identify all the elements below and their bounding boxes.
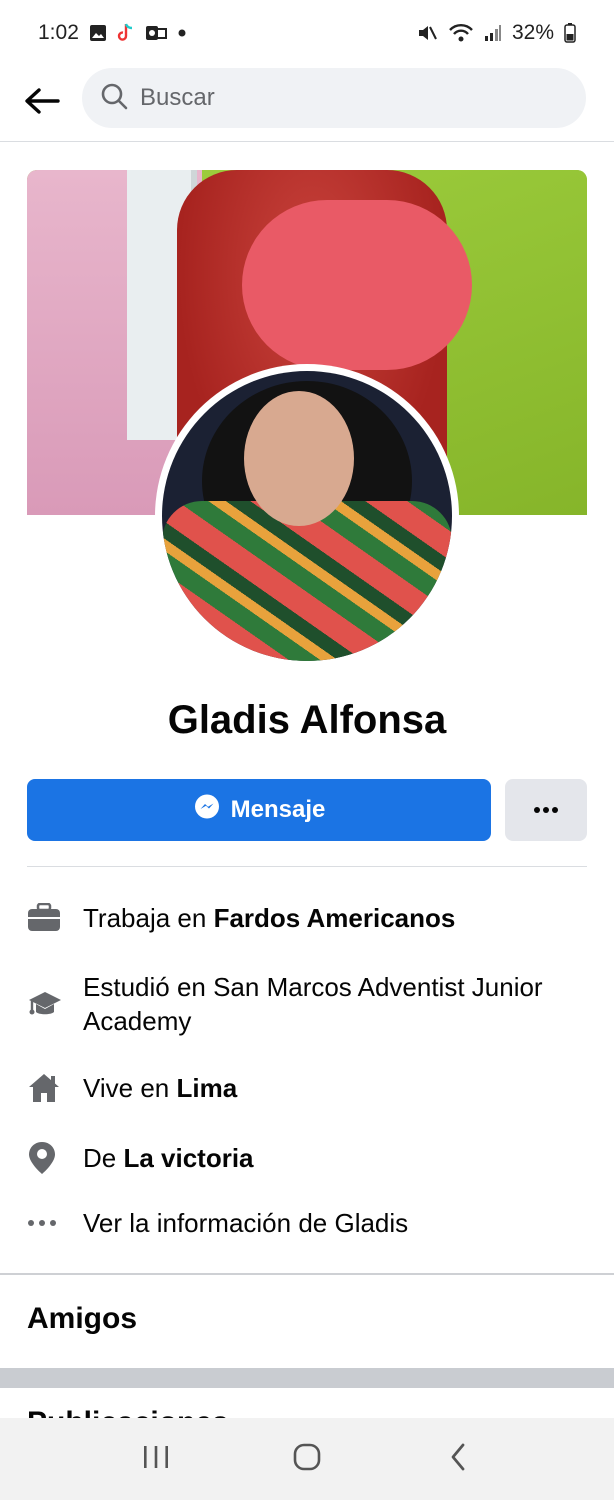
work-row: Trabaja en Fardos Americanos: [27, 901, 587, 935]
lives-prefix: Vive en: [83, 1073, 177, 1103]
from-text: De La victoria: [83, 1141, 254, 1175]
outlook-icon: [145, 24, 167, 42]
profile-picture[interactable]: [155, 364, 459, 668]
battery-percent: 32%: [511, 21, 554, 44]
message-button[interactable]: Mensaje: [27, 779, 491, 841]
chevron-left-icon: [448, 1442, 468, 1477]
tiktok-icon: [117, 23, 135, 43]
location-pin-icon: [27, 1141, 83, 1175]
more-dots-icon: [27, 1206, 83, 1240]
recent-apps-icon: [141, 1444, 171, 1475]
more-dots-icon: [533, 801, 559, 819]
signal-icon: [484, 24, 502, 42]
work-prefix: Trabaja en: [83, 903, 214, 933]
work-text: Trabaja en Fardos Americanos: [83, 901, 455, 935]
profile-picture-image: [162, 371, 452, 661]
status-time: 1:02: [38, 21, 79, 44]
see-info-row[interactable]: Ver la información de Gladis: [27, 1206, 587, 1240]
section-separator: [0, 1368, 614, 1388]
cover-photo-baby: [242, 200, 472, 370]
study-row: Estudió en San Marcos Adventist Junior A…: [27, 970, 587, 1038]
messenger-icon: [193, 793, 221, 828]
top-bar: [0, 66, 614, 142]
lives-place[interactable]: Lima: [176, 1073, 237, 1103]
recent-apps-button[interactable]: [126, 1429, 186, 1489]
status-bar: 1:02 32%: [0, 0, 614, 66]
back-arrow-icon: [24, 87, 60, 120]
study-text: Estudió en San Marcos Adventist Junior A…: [83, 972, 543, 1036]
home-button[interactable]: [277, 1429, 337, 1489]
profile-name: Gladis Alfonsa: [167, 698, 447, 742]
lives-text: Vive en Lima: [83, 1071, 237, 1105]
back-nav-button[interactable]: [428, 1429, 488, 1489]
message-button-label: Mensaje: [230, 796, 326, 823]
more-options-button[interactable]: [505, 779, 587, 841]
mute-icon: [416, 23, 438, 43]
briefcase-icon: [27, 901, 83, 935]
back-button[interactable]: [0, 66, 84, 142]
gallery-icon: [89, 24, 107, 42]
home-circle-icon: [292, 1442, 322, 1477]
see-info-link[interactable]: Ver la información de Gladis: [83, 1206, 408, 1240]
section-divider: [0, 1273, 614, 1275]
wifi-icon: [448, 23, 474, 43]
graduation-cap-icon: [27, 970, 83, 1038]
status-left: 1:02: [38, 21, 187, 45]
work-place[interactable]: Fardos Americanos: [214, 903, 456, 933]
dot-icon: [177, 28, 187, 38]
battery-icon: [564, 23, 576, 43]
from-row: De La victoria: [27, 1141, 587, 1175]
section-divider: [27, 866, 587, 867]
status-right: 32%: [416, 21, 576, 45]
home-icon: [27, 1071, 83, 1105]
friends-section-title[interactable]: Amigos: [27, 1302, 137, 1336]
search-bar[interactable]: [82, 68, 586, 128]
lives-row: Vive en Lima: [27, 1071, 587, 1105]
search-icon: [100, 82, 128, 115]
search-input[interactable]: [140, 84, 540, 112]
system-navigation-bar: [0, 1418, 614, 1500]
from-prefix: De: [83, 1143, 124, 1173]
from-place[interactable]: La victoria: [123, 1143, 253, 1173]
profile-picture-face: [244, 391, 354, 526]
